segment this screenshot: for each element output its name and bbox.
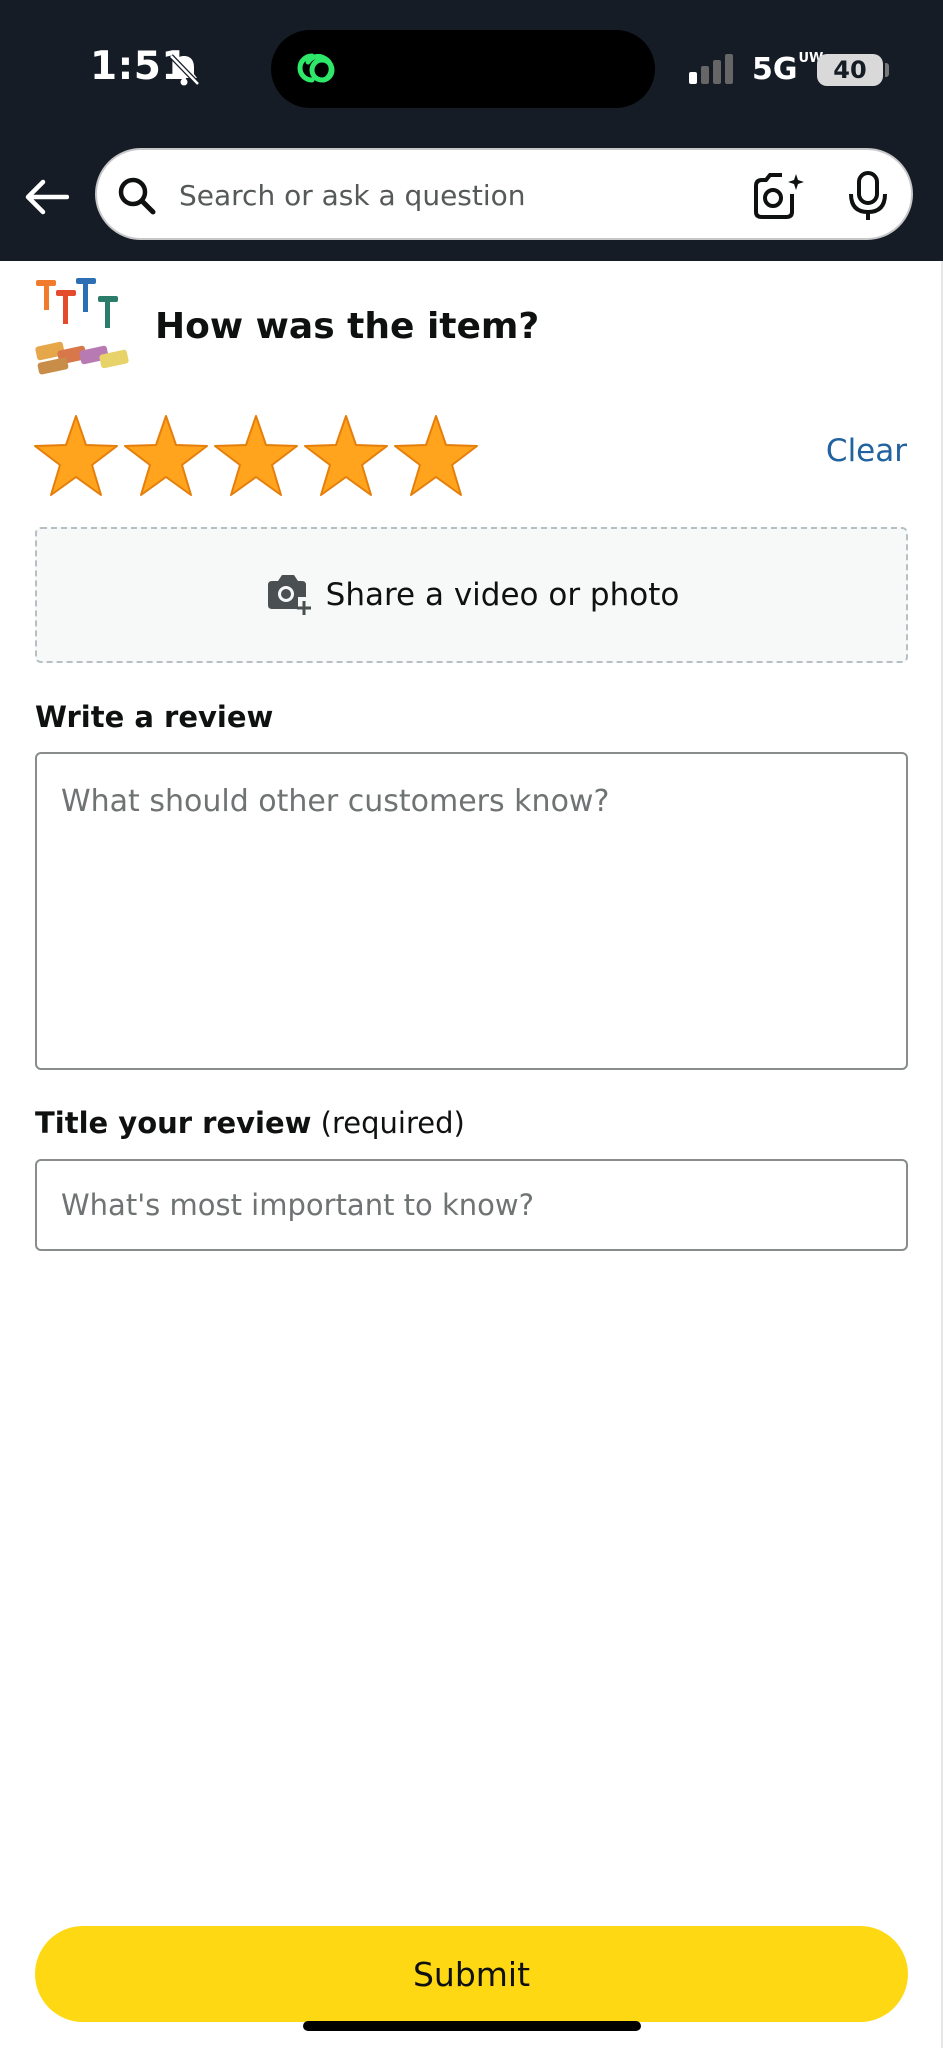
camera-lens-icon[interactable] [752, 172, 804, 220]
write-review-label: Write a review [35, 700, 274, 734]
network-type: 5GUW [752, 52, 823, 87]
review-text-field[interactable] [35, 752, 908, 1070]
arrow-left-icon [25, 179, 69, 215]
back-button[interactable] [22, 172, 72, 222]
silent-bell-icon [169, 54, 200, 86]
signal-strength-icon [689, 54, 733, 84]
clear-rating-link[interactable]: Clear [826, 433, 907, 469]
network-text: 5G [752, 52, 798, 87]
link-activity-icon [297, 53, 335, 83]
search-bar[interactable] [95, 148, 913, 240]
add-photo-camera-icon [267, 575, 311, 615]
home-indicator [303, 2021, 641, 2031]
microphone-icon[interactable] [847, 170, 889, 222]
star-4-icon[interactable] [302, 412, 390, 500]
rating-question: How was the item? [155, 306, 540, 347]
search-input[interactable] [177, 166, 741, 224]
star-3-icon[interactable] [212, 412, 300, 500]
star-2-icon[interactable] [122, 412, 210, 500]
star-1-icon[interactable] [32, 412, 120, 500]
product-thumbnail [35, 278, 129, 375]
search-icon [118, 177, 156, 215]
battery-level: 40 [817, 54, 883, 86]
top-header: 1:51 5GUW 40 [0, 0, 943, 261]
star-5-icon[interactable] [392, 412, 480, 500]
required-hint: (required) [320, 1106, 465, 1140]
review-title-label-text: Title your review [35, 1106, 312, 1140]
share-media-button[interactable]: Share a video or photo [35, 527, 908, 663]
battery-tip [885, 63, 889, 77]
review-title-label: Title your review (required) [35, 1106, 465, 1140]
review-title-field[interactable] [35, 1159, 908, 1251]
share-media-label: Share a video or photo [325, 577, 680, 613]
submit-button[interactable]: Submit [35, 1926, 908, 2022]
star-rating[interactable] [32, 412, 482, 500]
